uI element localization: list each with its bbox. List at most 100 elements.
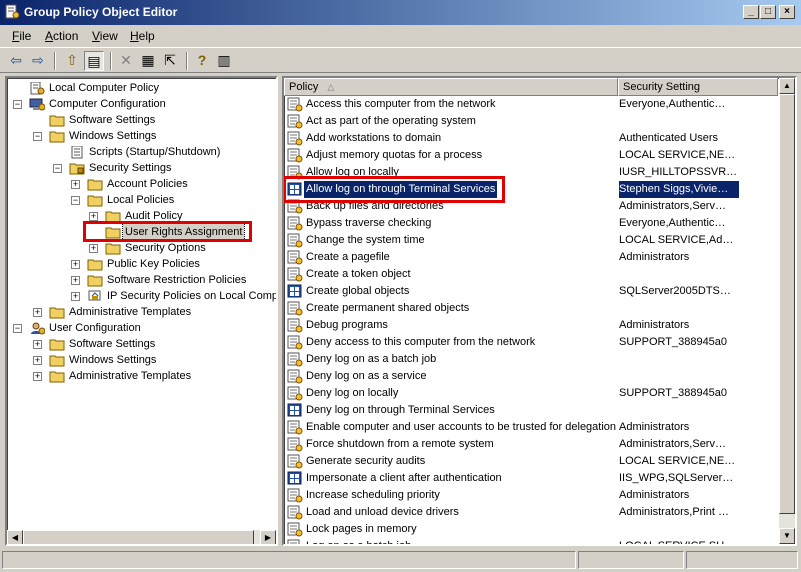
policy-row[interactable]: Change the system time LOCAL SERVICE,Ad… bbox=[284, 232, 777, 249]
collapse-icon[interactable]: − bbox=[13, 324, 22, 333]
policy-row[interactable]: Log on as a batch job LOCAL SERVICE,SU… bbox=[284, 538, 777, 544]
column-header-policy[interactable]: Policy △ bbox=[284, 78, 618, 96]
menu-file[interactable]: File bbox=[12, 29, 31, 43]
security-setting-value: Administrators bbox=[619, 319, 690, 331]
export-list-icon[interactable]: ⇱ bbox=[160, 51, 180, 71]
policy-name: Access this computer from the network bbox=[306, 98, 496, 110]
policy-row[interactable]: Bypass traverse checking Everyone,Authent… bbox=[284, 215, 777, 232]
policy-row[interactable]: Deny log on as a service bbox=[284, 368, 777, 385]
list-vscroll-thumb[interactable] bbox=[779, 94, 795, 514]
toolbar: ⇦ ⇨ ⇧ ▤ ✕ ▦ ⇱ ? ▥ bbox=[0, 47, 801, 73]
policy-name: Deny log on through Terminal Services bbox=[306, 404, 495, 416]
properties-icon[interactable]: ▦ bbox=[138, 51, 158, 71]
folder-icon bbox=[87, 274, 103, 287]
policy-row[interactable]: Create permanent shared objects bbox=[284, 300, 777, 317]
folder-icon bbox=[105, 242, 121, 255]
expand-icon[interactable]: + bbox=[33, 308, 42, 317]
policy-row[interactable]: Deny log on locally SUPPORT_388945a0 bbox=[284, 385, 777, 402]
app-icon bbox=[5, 4, 20, 19]
security-setting-value: Everyone,Authentic… bbox=[619, 217, 726, 229]
policy-name: Deny log on as a batch job bbox=[306, 353, 437, 365]
policy-setting-icon bbox=[287, 216, 303, 231]
security-setting-value: SUPPORT_388945a0 bbox=[619, 336, 728, 348]
list-scroll-up-button[interactable]: ▲ bbox=[779, 78, 795, 94]
expand-icon[interactable]: + bbox=[89, 244, 98, 253]
up-one-level-icon[interactable]: ⇧ bbox=[62, 51, 82, 71]
expand-icon[interactable]: + bbox=[89, 212, 98, 221]
column-header-security-setting[interactable]: Security Setting bbox=[618, 78, 778, 96]
collapse-icon[interactable]: − bbox=[53, 164, 62, 173]
tree-scroll-left-button[interactable]: ◀ bbox=[7, 530, 23, 544]
back-icon[interactable]: ⇦ bbox=[6, 51, 26, 71]
policy-name: Deny access to this computer from the ne… bbox=[306, 336, 536, 348]
policy-name: Load and unload device drivers bbox=[306, 506, 459, 518]
computer-icon bbox=[29, 98, 46, 111]
tree-hscroll-thumb[interactable] bbox=[23, 530, 254, 544]
menu-help[interactable]: Help bbox=[130, 29, 155, 43]
lock-folder-icon bbox=[69, 162, 85, 175]
policy-name: Bypass traverse checking bbox=[306, 217, 432, 229]
policy-row[interactable]: Generate security audits LOCAL SERVICE,NE… bbox=[284, 453, 777, 470]
policy-row[interactable]: Deny log on as a batch job bbox=[284, 351, 777, 368]
expand-icon[interactable]: + bbox=[33, 340, 42, 349]
folder-icon bbox=[49, 370, 65, 383]
policy-name: Impersonate a client after authenticatio… bbox=[306, 472, 502, 484]
policy-row[interactable]: Add workstations to domain Authenticated … bbox=[284, 130, 777, 147]
forward-icon[interactable]: ⇨ bbox=[28, 51, 48, 71]
details-list-pane[interactable]: Policy △ Security Setting Access this co… bbox=[282, 76, 797, 546]
menu-bar: File Action View Help bbox=[0, 26, 801, 46]
collapse-icon[interactable]: − bbox=[13, 100, 22, 109]
expand-icon[interactable]: + bbox=[33, 356, 42, 365]
policy-row[interactable]: Debug programs Administrators bbox=[284, 317, 777, 334]
minimize-button[interactable]: _ bbox=[743, 5, 759, 19]
policy-setting-icon bbox=[287, 471, 303, 486]
delete-icon[interactable]: ✕ bbox=[116, 51, 136, 71]
title-bar[interactable]: Group Policy Object Editor _ □ × bbox=[0, 0, 801, 25]
policy-setting-icon bbox=[287, 250, 303, 265]
policy-icon bbox=[29, 81, 45, 95]
expand-icon[interactable]: + bbox=[71, 292, 80, 301]
policy-row[interactable]: Deny log on through Terminal Services bbox=[284, 402, 777, 419]
help-icon[interactable]: ? bbox=[192, 51, 212, 71]
policy-row[interactable]: Load and unload device drivers Administra… bbox=[284, 504, 777, 521]
policy-row[interactable]: Create a pagefile Administrators bbox=[284, 249, 777, 266]
policy-name: Create permanent shared objects bbox=[306, 302, 470, 314]
policy-row[interactable]: Act as part of the operating system bbox=[284, 113, 777, 130]
maximize-button[interactable]: □ bbox=[760, 5, 776, 19]
policy-setting-icon bbox=[287, 131, 303, 146]
menu-action[interactable]: Action bbox=[45, 29, 78, 43]
collapse-icon[interactable]: − bbox=[33, 132, 42, 141]
policy-row[interactable]: Force shutdown from a remote system Admin… bbox=[284, 436, 777, 453]
policy-row[interactable]: Impersonate a client after authenticatio… bbox=[284, 470, 777, 487]
policy-row[interactable]: Increase scheduling priority Administrato… bbox=[284, 487, 777, 504]
expand-icon[interactable]: + bbox=[71, 180, 80, 189]
close-button[interactable]: × bbox=[779, 5, 795, 19]
list-scroll-down-button[interactable]: ▼ bbox=[779, 528, 795, 544]
expand-icon[interactable]: + bbox=[71, 260, 80, 269]
status-cell-3 bbox=[686, 551, 798, 569]
menu-view[interactable]: View bbox=[92, 29, 118, 43]
tree-scroll-right-button[interactable]: ▶ bbox=[260, 530, 276, 544]
console-tree-pane[interactable]: Local Computer Policy − Computer Configura… bbox=[5, 76, 278, 546]
policy-row[interactable]: Access this computer from the network Eve… bbox=[284, 96, 777, 113]
collapse-icon[interactable]: − bbox=[71, 196, 80, 205]
policy-name: Lock pages in memory bbox=[306, 523, 417, 535]
security-setting-value: LOCAL SERVICE,NE… bbox=[619, 149, 736, 161]
policy-row[interactable]: Create a token object bbox=[284, 266, 777, 283]
policy-row[interactable]: Adjust memory quotas for a process LOCAL … bbox=[284, 147, 777, 164]
folder-icon bbox=[49, 114, 65, 127]
policy-row[interactable]: Enable computer and user accounts to be … bbox=[284, 419, 777, 436]
policy-name: Adjust memory quotas for a process bbox=[306, 149, 483, 161]
policy-row[interactable]: Create global objects SQLServer2005DTS… bbox=[284, 283, 777, 300]
show-hide-tree-icon[interactable]: ▤ bbox=[84, 51, 104, 71]
policy-row[interactable]: Deny access to this computer from the ne… bbox=[284, 334, 777, 351]
expand-icon[interactable]: + bbox=[33, 372, 42, 381]
tree-item-label: Windows Settings bbox=[69, 130, 157, 142]
policy-name: Debug programs bbox=[306, 319, 388, 331]
policy-setting-icon bbox=[287, 97, 303, 112]
policy-row[interactable]: Lock pages in memory bbox=[284, 521, 777, 538]
expand-icon[interactable]: + bbox=[71, 276, 80, 285]
show-hide-console-tree-icon[interactable]: ▥ bbox=[214, 51, 234, 71]
tree-item-label: Security Settings bbox=[89, 162, 172, 174]
policy-name: Change the system time bbox=[306, 234, 425, 246]
